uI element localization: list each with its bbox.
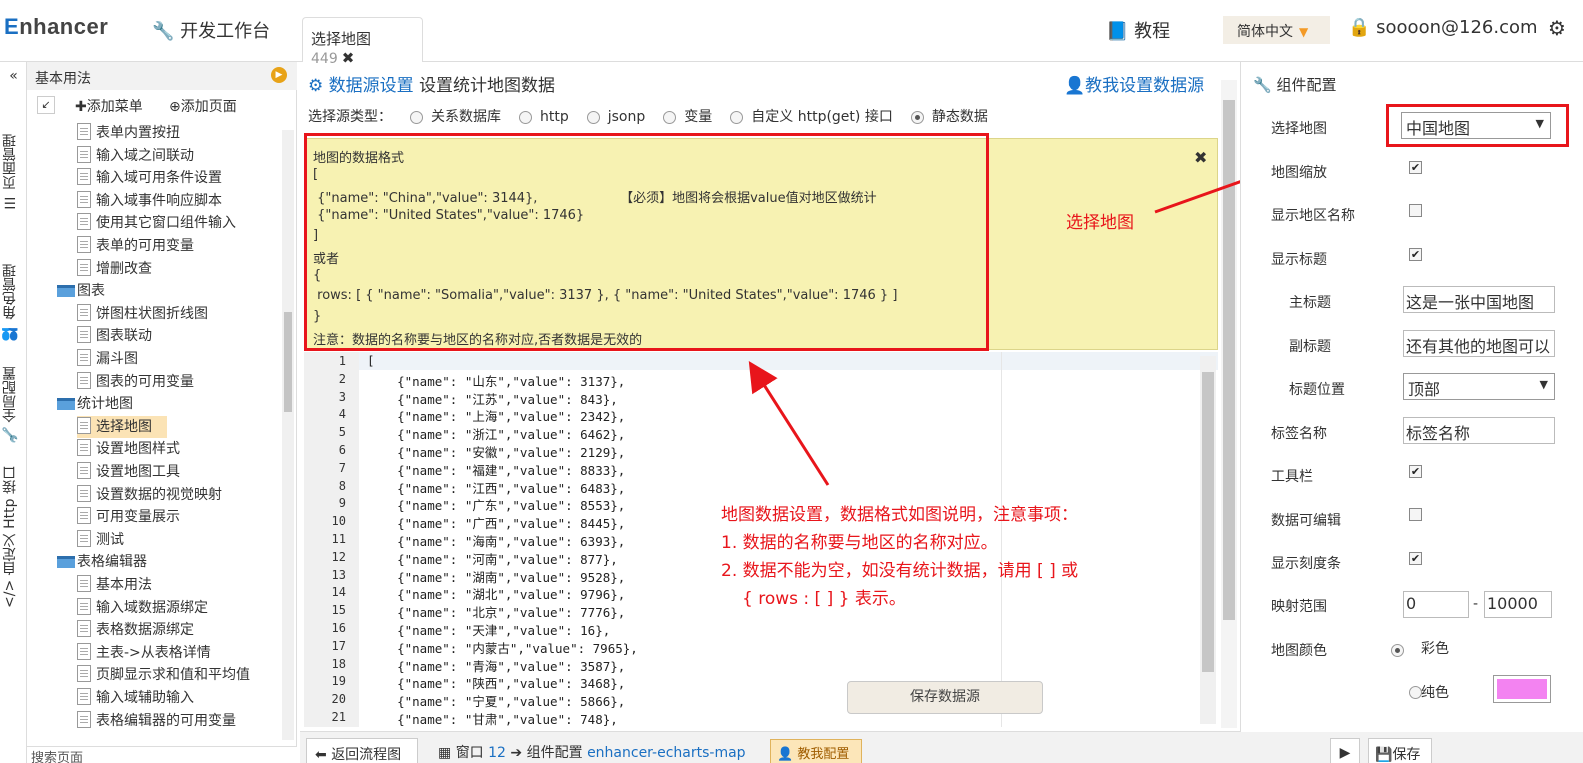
sub-title-input[interactable]: 还有其他的地图可以 xyxy=(1403,330,1555,357)
bottom-bar: ⬅ 返回流程图 ▦ 窗口 12 ➔ 组件配置 enhancer-echarts-… xyxy=(300,731,1583,763)
mono-option-label: 纯色 xyxy=(1421,685,1449,701)
zoom-label: 地图缩放 xyxy=(1271,165,1327,181)
select-map-label: 选择地图 xyxy=(1271,121,1327,137)
crumb-component: 组件配置 xyxy=(526,745,583,761)
show-region-label: 显示地区名称 xyxy=(1271,208,1355,224)
play-icon: ▶ xyxy=(1339,745,1351,761)
arrow-to-note xyxy=(748,360,830,486)
config-title-label: 组件配置 xyxy=(1276,76,1337,94)
show-scale-label: 显示刻度条 xyxy=(1271,556,1341,572)
main-title-input[interactable]: 这是一张中国地图 xyxy=(1403,286,1555,313)
show-title-checkbox[interactable]: ✔ xyxy=(1409,248,1422,261)
save-button[interactable]: 💾保存 xyxy=(1368,738,1432,763)
range-max-input[interactable]: 10000 xyxy=(1484,591,1552,618)
wrench-icon: 🔧 xyxy=(1253,76,1272,94)
color-swatch xyxy=(1497,679,1547,699)
map-color-label: 地图颜色 xyxy=(1271,643,1327,659)
dropdown-arrow-icon: ▼ xyxy=(1539,378,1548,391)
crumb-window: 窗口 xyxy=(455,745,484,761)
tag-name-label: 标签名称 xyxy=(1271,426,1327,442)
data-editable-checkbox[interactable] xyxy=(1409,508,1422,521)
title-position-select[interactable]: 顶部 ▼ xyxy=(1403,373,1555,400)
back-to-flow-button[interactable]: ⬅ 返回流程图 xyxy=(306,738,418,763)
save-icon: 💾 xyxy=(1375,747,1393,763)
annotation-box-select-map xyxy=(1386,104,1569,147)
data-editable-label: 数据可编辑 xyxy=(1271,513,1341,529)
crumb-component-name[interactable]: enhancer-echarts-map xyxy=(587,745,746,761)
arrow-right-icon: ➔ xyxy=(510,745,523,761)
range-separator: - xyxy=(1473,596,1479,612)
run-button[interactable]: ▶ xyxy=(1330,738,1360,763)
title-position-value: 顶部 xyxy=(1408,380,1441,399)
show-region-checkbox[interactable] xyxy=(1409,204,1422,217)
color-option-label: 彩色 xyxy=(1421,641,1449,657)
toolbar-checkbox[interactable]: ✔ xyxy=(1409,465,1422,478)
component-config-panel: 🔧 组件配置 选择地图 中国地图 ▼ 地图缩放 ✔ 显示地区名称 显示标题 ✔ 主… xyxy=(1240,62,1583,732)
show-scale-checkbox[interactable]: ✔ xyxy=(1409,552,1422,565)
tag-name-input[interactable]: 标签名称 xyxy=(1403,417,1555,444)
back-label: 返回流程图 xyxy=(331,747,402,763)
save-label: 保存 xyxy=(1392,747,1421,763)
zoom-checkbox[interactable]: ✔ xyxy=(1409,161,1422,174)
color-radio[interactable] xyxy=(1391,644,1404,657)
sub-title-label: 副标题 xyxy=(1289,339,1331,355)
mono-color-picker[interactable] xyxy=(1493,675,1551,703)
show-title-label: 显示标题 xyxy=(1271,252,1327,268)
breadcrumb: ▦ 窗口 12 ➔ 组件配置 enhancer-echarts-map xyxy=(438,742,746,762)
crumb-window-no[interactable]: 12 xyxy=(488,745,506,761)
arrow-left-icon: ⬅ xyxy=(315,747,327,763)
config-title: 🔧 组件配置 xyxy=(1253,74,1336,95)
toolbar-label: 工具栏 xyxy=(1271,469,1313,485)
teach-config-button[interactable]: 👤 教我配置 xyxy=(770,739,862,763)
range-label: 映射范围 xyxy=(1271,599,1327,615)
teach-config-label: 教我配置 xyxy=(797,747,850,762)
title-position-label: 标题位置 xyxy=(1289,382,1345,398)
app-window: Enhancer 🔧 开发工作台 选择地图449 ✖ 📘 教程 简体中文 ▼ 🔒 s… xyxy=(0,0,1583,763)
person-icon: 👤 xyxy=(777,747,794,762)
range-min-input[interactable]: 0 xyxy=(1403,591,1469,618)
window-icon: ▦ xyxy=(438,745,452,761)
main-title-label: 主标题 xyxy=(1289,295,1331,311)
